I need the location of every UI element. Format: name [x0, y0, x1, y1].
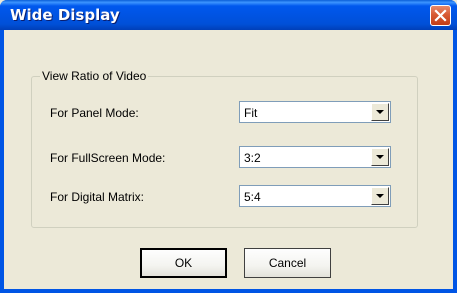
fullscreen-mode-value: 3:2 — [244, 151, 261, 165]
dialog-window: Wide Display View Ratio of Video For Pan… — [0, 0, 457, 293]
chevron-down-icon — [376, 155, 384, 159]
digital-matrix-select[interactable]: 5:4 — [239, 185, 391, 207]
title-bar[interactable]: Wide Display — [0, 0, 457, 30]
panel-mode-select[interactable]: Fit — [239, 101, 391, 123]
chevron-down-icon — [376, 194, 384, 198]
digital-matrix-dropdown-button[interactable] — [371, 187, 389, 205]
panel-mode-label: For Panel Mode: — [50, 106, 139, 120]
close-button[interactable] — [430, 5, 451, 26]
panel-mode-value: Fit — [244, 106, 258, 120]
fullscreen-mode-label: For FullScreen Mode: — [50, 151, 166, 165]
panel-mode-dropdown-button[interactable] — [371, 103, 389, 121]
window-title: Wide Display — [10, 6, 120, 24]
close-icon — [434, 9, 447, 22]
fullscreen-mode-dropdown-button[interactable] — [371, 148, 389, 166]
digital-matrix-label: For Digital Matrix: — [50, 190, 145, 204]
digital-matrix-value: 5:4 — [244, 190, 261, 204]
chevron-down-icon — [376, 110, 384, 114]
group-title: View Ratio of Video — [40, 69, 149, 83]
cancel-button[interactable]: Cancel — [244, 248, 331, 278]
ok-button[interactable]: OK — [140, 248, 227, 278]
fullscreen-mode-select[interactable]: 3:2 — [239, 146, 391, 168]
